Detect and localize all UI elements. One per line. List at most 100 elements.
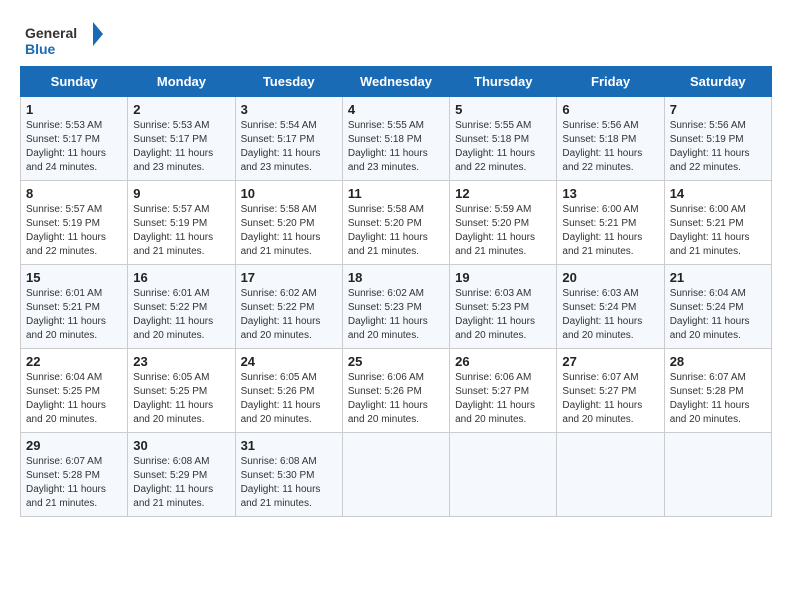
logo: GeneralBlue [20,20,110,60]
day-number: 26 [455,354,551,369]
calendar-week-row: 15Sunrise: 6:01 AMSunset: 5:21 PMDayligh… [21,265,772,349]
day-info: Sunrise: 6:06 AMSunset: 5:26 PMDaylight:… [348,371,444,427]
calendar-table: SundayMondayTuesdayWednesdayThursdayFrid… [20,66,772,517]
calendar-header-monday: Monday [128,67,235,97]
day-info: Sunrise: 5:54 AMSunset: 5:17 PMDaylight:… [241,119,337,175]
day-info: Sunrise: 5:57 AMSunset: 5:19 PMDaylight:… [26,203,122,259]
day-number: 25 [348,354,444,369]
calendar-cell: 7 Sunrise: 5:56 AMSunset: 5:19 PMDaylight… [664,97,771,181]
day-number: 6 [562,102,658,117]
day-info: Sunrise: 6:00 AMSunset: 5:21 PMDaylight:… [562,203,658,259]
calendar-cell: 25 Sunrise: 6:06 AMSunset: 5:26 PMDayligh… [342,349,449,433]
calendar-cell: 30 Sunrise: 6:08 AMSunset: 5:29 PMDayligh… [128,433,235,517]
calendar-cell [342,433,449,517]
calendar-header-thursday: Thursday [450,67,557,97]
day-info: Sunrise: 6:03 AMSunset: 5:23 PMDaylight:… [455,287,551,343]
calendar-cell: 26 Sunrise: 6:06 AMSunset: 5:27 PMDayligh… [450,349,557,433]
day-number: 28 [670,354,766,369]
day-info: Sunrise: 6:07 AMSunset: 5:28 PMDaylight:… [26,455,122,511]
day-info: Sunrise: 6:05 AMSunset: 5:26 PMDaylight:… [241,371,337,427]
calendar-cell [450,433,557,517]
calendar-week-row: 29 Sunrise: 6:07 AMSunset: 5:28 PMDayligh… [21,433,772,517]
day-info: Sunrise: 6:04 AMSunset: 5:25 PMDaylight:… [26,371,122,427]
day-number: 8 [26,186,122,201]
calendar-cell [557,433,664,517]
svg-text:Blue: Blue [25,41,56,57]
day-info: Sunrise: 5:58 AMSunset: 5:20 PMDaylight:… [348,203,444,259]
day-number: 12 [455,186,551,201]
day-number: 11 [348,186,444,201]
day-info: Sunrise: 5:55 AMSunset: 5:18 PMDaylight:… [348,119,444,175]
calendar-cell: 5Sunrise: 5:55 AMSunset: 5:18 PMDaylight… [450,97,557,181]
calendar-cell: 21Sunrise: 6:04 AMSunset: 5:24 PMDayligh… [664,265,771,349]
day-info: Sunrise: 5:53 AMSunset: 5:17 PMDaylight:… [133,119,229,175]
calendar-cell: 29 Sunrise: 6:07 AMSunset: 5:28 PMDayligh… [21,433,128,517]
calendar-cell: 11 Sunrise: 5:58 AMSunset: 5:20 PMDayligh… [342,181,449,265]
calendar-cell: 23 Sunrise: 6:05 AMSunset: 5:25 PMDayligh… [128,349,235,433]
logo-icon: GeneralBlue [20,20,110,60]
calendar-cell: 12 Sunrise: 5:59 AMSunset: 5:20 PMDayligh… [450,181,557,265]
svg-text:General: General [25,25,77,41]
calendar-cell: 14 Sunrise: 6:00 AMSunset: 5:21 PMDayligh… [664,181,771,265]
calendar-week-row: 8 Sunrise: 5:57 AMSunset: 5:19 PMDaylight… [21,181,772,265]
day-number: 5 [455,102,551,117]
day-info: Sunrise: 6:07 AMSunset: 5:28 PMDaylight:… [670,371,766,427]
calendar-header-sunday: Sunday [21,67,128,97]
day-number: 14 [670,186,766,201]
day-number: 17 [241,270,337,285]
day-number: 7 [670,102,766,117]
day-number: 30 [133,438,229,453]
day-info: Sunrise: 6:01 AMSunset: 5:21 PMDaylight:… [26,287,122,343]
day-info: Sunrise: 6:08 AMSunset: 5:29 PMDaylight:… [133,455,229,511]
calendar-cell: 17Sunrise: 6:02 AMSunset: 5:22 PMDayligh… [235,265,342,349]
day-info: Sunrise: 6:02 AMSunset: 5:23 PMDaylight:… [348,287,444,343]
calendar-cell: 16Sunrise: 6:01 AMSunset: 5:22 PMDayligh… [128,265,235,349]
calendar-cell: 18 Sunrise: 6:02 AMSunset: 5:23 PMDayligh… [342,265,449,349]
day-info: Sunrise: 5:56 AMSunset: 5:19 PMDaylight:… [670,119,766,175]
calendar-cell: 10Sunrise: 5:58 AMSunset: 5:20 PMDayligh… [235,181,342,265]
calendar-cell: 22 Sunrise: 6:04 AMSunset: 5:25 PMDayligh… [21,349,128,433]
calendar-cell: 6 Sunrise: 5:56 AMSunset: 5:18 PMDaylight… [557,97,664,181]
day-number: 21 [670,270,766,285]
calendar-header-tuesday: Tuesday [235,67,342,97]
day-info: Sunrise: 5:59 AMSunset: 5:20 PMDaylight:… [455,203,551,259]
calendar-cell: 15Sunrise: 6:01 AMSunset: 5:21 PMDayligh… [21,265,128,349]
day-info: Sunrise: 5:56 AMSunset: 5:18 PMDaylight:… [562,119,658,175]
calendar-cell [664,433,771,517]
calendar-cell: 31Sunrise: 6:08 AMSunset: 5:30 PMDayligh… [235,433,342,517]
day-number: 31 [241,438,337,453]
calendar-cell: 19Sunrise: 6:03 AMSunset: 5:23 PMDayligh… [450,265,557,349]
day-info: Sunrise: 6:00 AMSunset: 5:21 PMDaylight:… [670,203,766,259]
day-info: Sunrise: 6:06 AMSunset: 5:27 PMDaylight:… [455,371,551,427]
day-number: 3 [241,102,337,117]
calendar-header-friday: Friday [557,67,664,97]
calendar-cell: 9Sunrise: 5:57 AMSunset: 5:19 PMDaylight… [128,181,235,265]
day-number: 4 [348,102,444,117]
calendar-week-row: 1Sunrise: 5:53 AMSunset: 5:17 PMDaylight… [21,97,772,181]
day-number: 27 [562,354,658,369]
page-header: GeneralBlue [20,20,772,60]
calendar-header-saturday: Saturday [664,67,771,97]
day-number: 29 [26,438,122,453]
day-info: Sunrise: 6:05 AMSunset: 5:25 PMDaylight:… [133,371,229,427]
day-number: 16 [133,270,229,285]
calendar-cell: 3 Sunrise: 5:54 AMSunset: 5:17 PMDaylight… [235,97,342,181]
calendar-cell: 8 Sunrise: 5:57 AMSunset: 5:19 PMDaylight… [21,181,128,265]
day-number: 24 [241,354,337,369]
calendar-header-row: SundayMondayTuesdayWednesdayThursdayFrid… [21,67,772,97]
day-number: 23 [133,354,229,369]
calendar-cell: 28 Sunrise: 6:07 AMSunset: 5:28 PMDayligh… [664,349,771,433]
calendar-cell: 27Sunrise: 6:07 AMSunset: 5:27 PMDayligh… [557,349,664,433]
day-number: 13 [562,186,658,201]
day-number: 18 [348,270,444,285]
day-info: Sunrise: 5:58 AMSunset: 5:20 PMDaylight:… [241,203,337,259]
calendar-week-row: 22 Sunrise: 6:04 AMSunset: 5:25 PMDayligh… [21,349,772,433]
day-number: 9 [133,186,229,201]
calendar-cell: 24 Sunrise: 6:05 AMSunset: 5:26 PMDayligh… [235,349,342,433]
calendar-cell: 1Sunrise: 5:53 AMSunset: 5:17 PMDaylight… [21,97,128,181]
calendar-cell: 13 Sunrise: 6:00 AMSunset: 5:21 PMDayligh… [557,181,664,265]
day-number: 20 [562,270,658,285]
day-number: 22 [26,354,122,369]
day-info: Sunrise: 5:53 AMSunset: 5:17 PMDaylight:… [26,119,122,175]
day-info: Sunrise: 6:03 AMSunset: 5:24 PMDaylight:… [562,287,658,343]
